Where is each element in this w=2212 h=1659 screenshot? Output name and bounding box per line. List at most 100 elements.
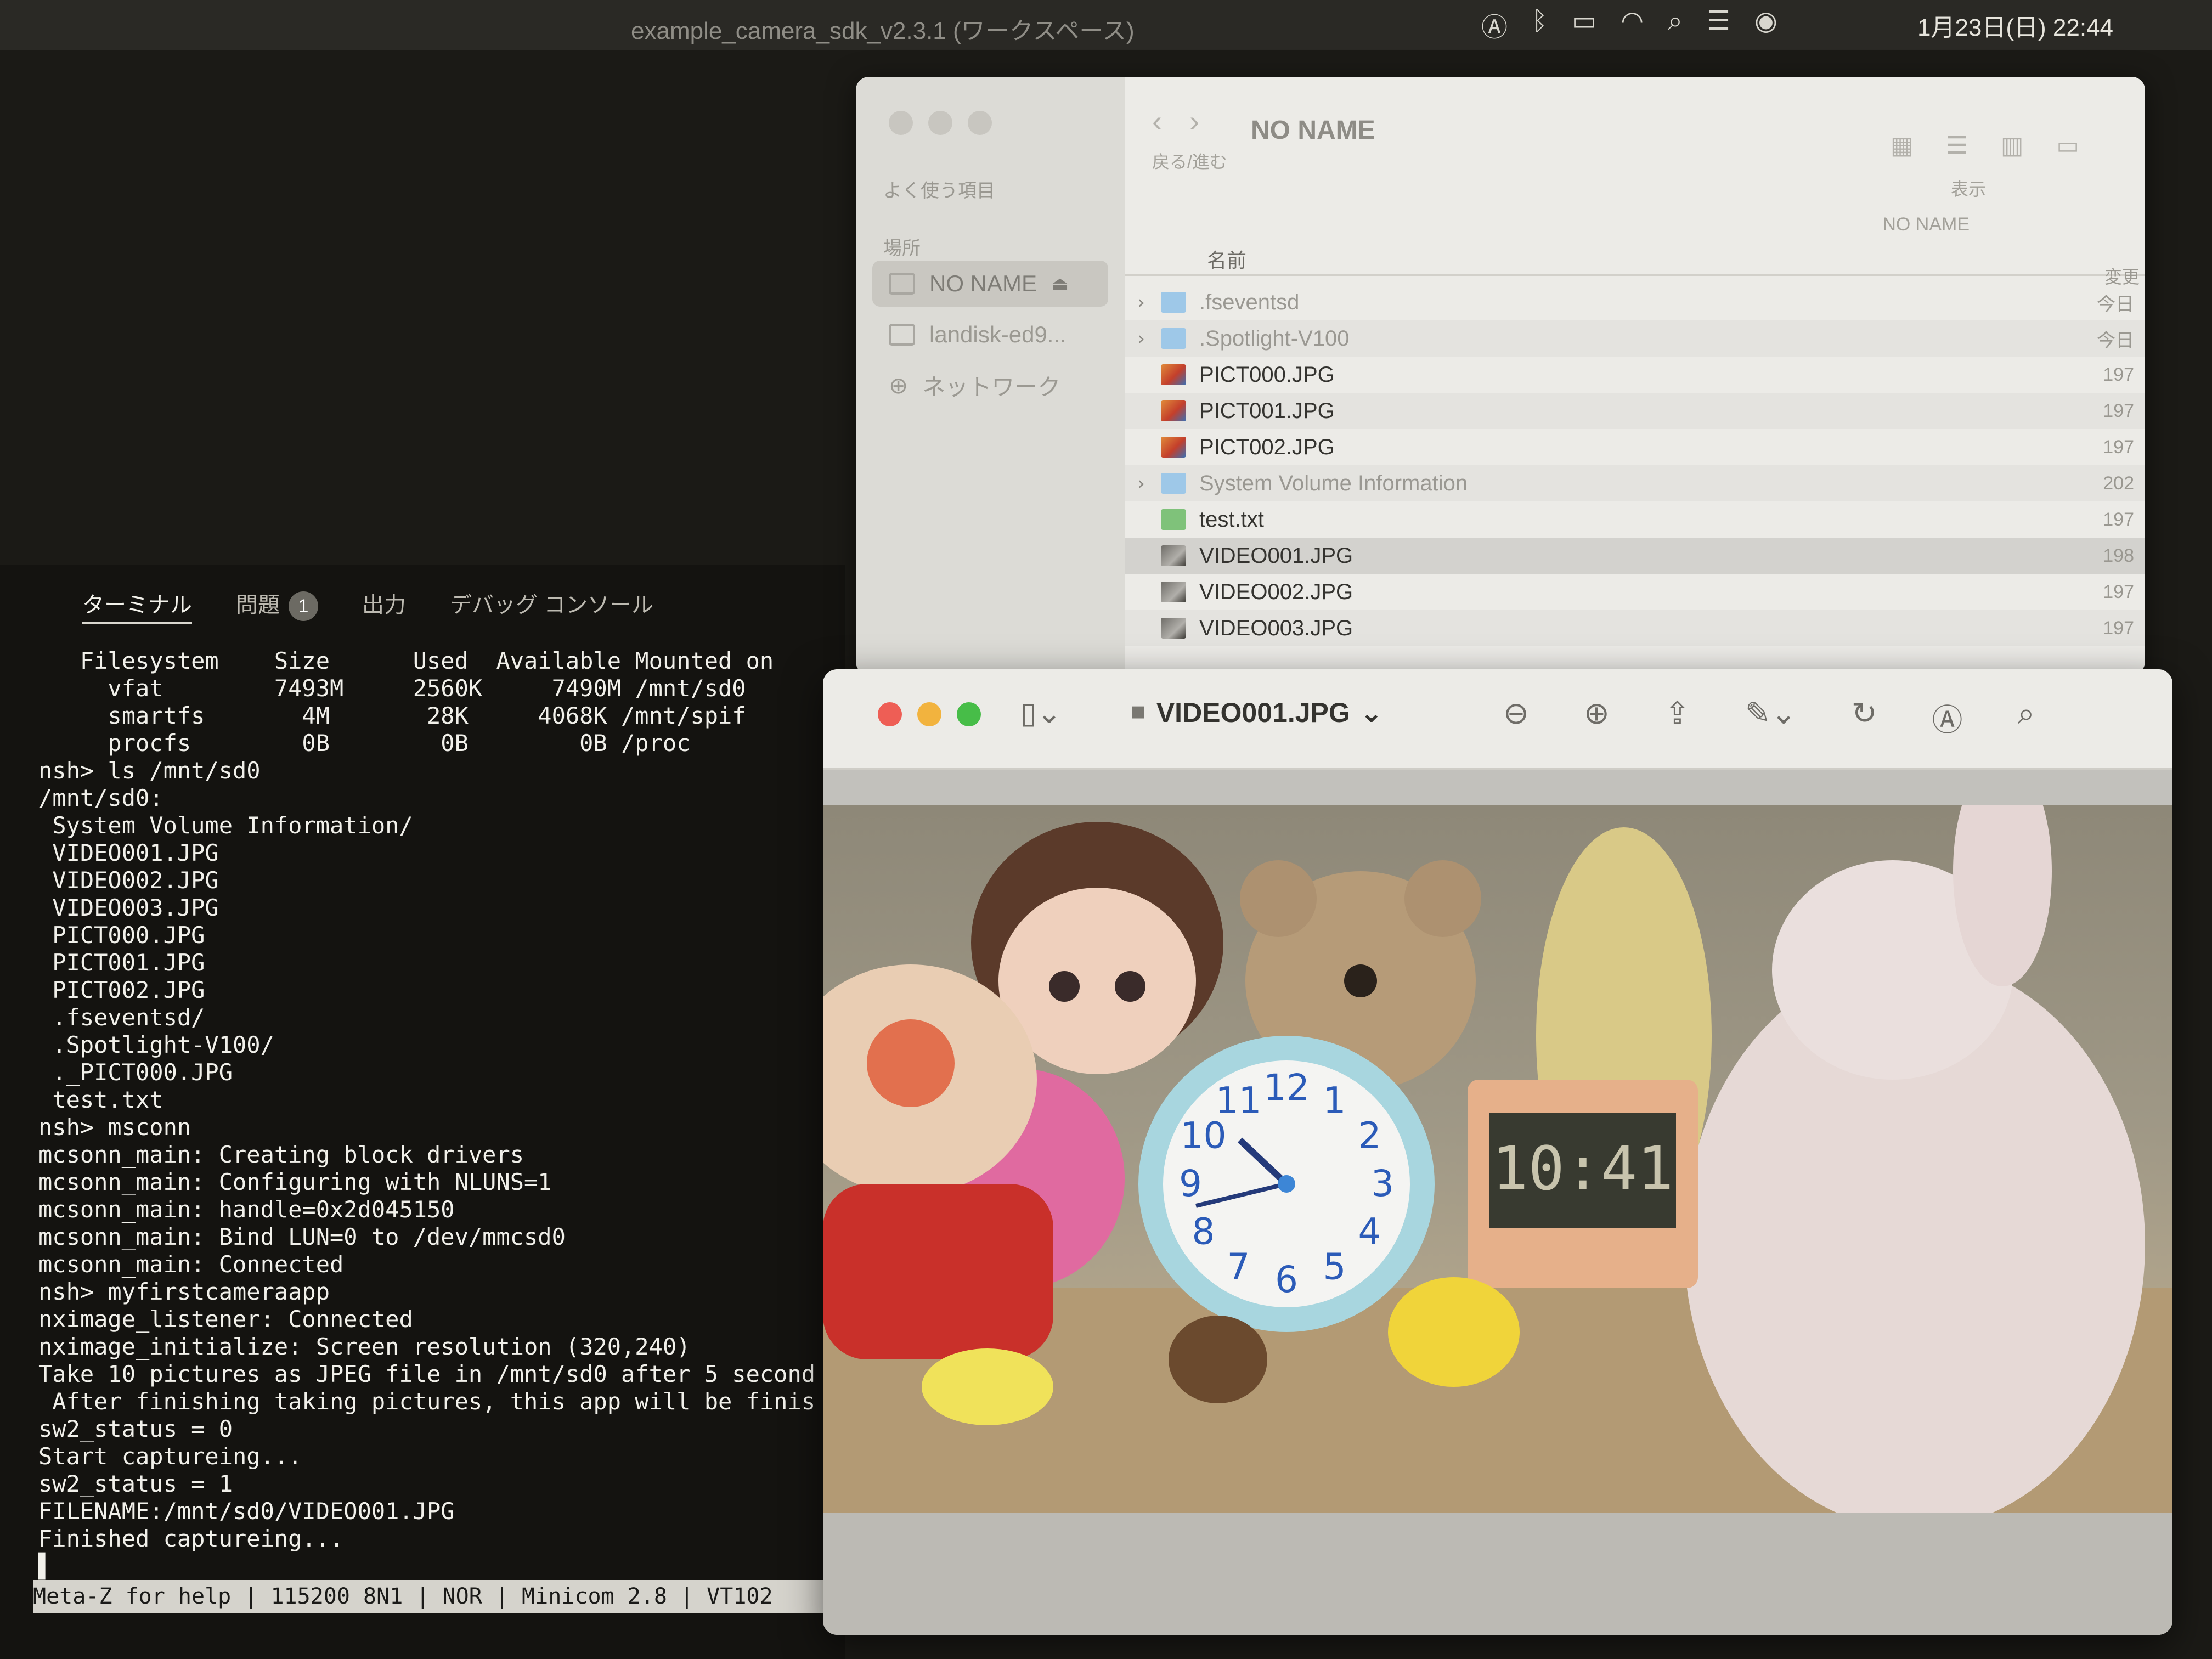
forward-icon[interactable]: › (1189, 104, 1199, 138)
clock-numeral: 3 (1371, 1163, 1394, 1205)
yellow-toy (1388, 1277, 1520, 1387)
clock-numeral: 8 (1192, 1211, 1215, 1253)
wifi-icon[interactable]: ◠ (1621, 5, 1644, 44)
terminal-line: procfs 0B 0B 0B /proc (38, 730, 691, 757)
back-icon[interactable]: ‹ (1152, 104, 1162, 138)
list-view-icon[interactable]: ☰ (1946, 132, 1967, 160)
minimize-button[interactable] (928, 111, 952, 135)
terminal-line: test.txt (38, 1086, 163, 1113)
document-title-label: VIDEO001.JPG (1156, 697, 1350, 728)
folder-icon (1161, 292, 1186, 313)
siri-icon[interactable]: ◉ (1754, 5, 1778, 44)
column-view-icon[interactable]: ▥ (2001, 132, 2024, 160)
terminal-line: mcsonn_main: handle=0x2d045150 (38, 1196, 455, 1223)
terminal-line: nsh> ls /mnt/sd0 (38, 757, 261, 784)
chevron-down-icon[interactable]: ⌄ (1360, 697, 1383, 729)
path-label: NO NAME (1882, 214, 1970, 235)
annotate-icon[interactable]: Ⓐ (1932, 696, 1963, 740)
tab-problems-label: 問題 (236, 593, 280, 617)
terminal-line: sw2_status = 1 (38, 1470, 233, 1497)
terminal-panel: ターミナル 問題 1 出力 デバッグ コンソール Filesystem Size … (0, 565, 845, 1659)
file-row[interactable]: PICT001.JPG 197 (1125, 393, 2145, 429)
sidebar-item-network[interactable]: ⊕ ネットワーク (872, 362, 1108, 408)
terminal-line: nximage_listener: Connected (38, 1306, 413, 1333)
terminal-line: nximage_initialize: Screen resolution (3… (38, 1333, 691, 1360)
clock-numeral: 6 (1275, 1259, 1298, 1301)
battery-icon[interactable]: ▭ (1572, 5, 1596, 44)
file-date: 197 (2103, 509, 2134, 530)
close-button[interactable] (878, 702, 902, 726)
tab-debug-console[interactable]: デバッグ コンソール (450, 587, 653, 624)
file-row[interactable]: test.txt 197 (1125, 501, 2145, 538)
clock-numeral: 12 (1263, 1066, 1310, 1109)
problems-count-badge: 1 (289, 591, 318, 621)
file-row[interactable]: VIDEO003.JPG 197 (1125, 610, 2145, 646)
terminal-line: .fseventsd/ (38, 1004, 205, 1031)
file-row[interactable]: VIDEO001.JPG 198 (1125, 538, 2145, 574)
text-file-icon (1161, 509, 1186, 530)
document-title[interactable]: ▪ VIDEO001.JPG ⌄ (1130, 697, 1383, 729)
disclosure-chevron-icon[interactable]: › (1125, 328, 1158, 350)
menu-clock[interactable]: 1月23日(日) 22:44 (1917, 8, 2113, 43)
file-date: 197 (2103, 581, 2134, 602)
terminal-line: nsh> myfirstcameraapp (38, 1278, 330, 1305)
clock-numeral: 2 (1358, 1115, 1381, 1157)
tab-terminal[interactable]: ターミナル (82, 587, 192, 624)
rotate-icon[interactable]: ↻ (1852, 696, 1877, 740)
zoom-button[interactable] (968, 111, 992, 135)
file-row[interactable]: › .Spotlight-V100 今日 (1125, 320, 2145, 357)
control-center-icon[interactable]: ☰ (1707, 5, 1730, 44)
file-name: System Volume Information (1199, 471, 1468, 495)
search-icon[interactable]: ⌕ (2018, 696, 2035, 740)
terminal-output[interactable]: Filesystem Size Used Available Mounted o… (38, 647, 845, 1580)
icon-view-icon[interactable]: ▦ (1891, 132, 1914, 160)
input-method-icon[interactable]: Ⓐ (1481, 5, 1508, 44)
file-row[interactable]: PICT002.JPG 197 (1125, 429, 2145, 465)
file-name: .fseventsd (1199, 290, 1300, 314)
clock-numeral: 5 (1323, 1246, 1346, 1288)
search-icon[interactable]: ⌕ (1668, 5, 1683, 44)
file-row[interactable]: › .fseventsd 今日 (1125, 284, 2145, 320)
minimize-button[interactable] (917, 702, 941, 726)
zoom-out-icon[interactable]: ⊖ (1503, 696, 1529, 740)
column-name[interactable]: 名前 (1207, 245, 1246, 273)
clock-numeral: 11 (1216, 1079, 1262, 1121)
bluetooth-icon[interactable]: ᛒ (1532, 5, 1548, 44)
share-icon[interactable]: ⇪ (1664, 696, 1690, 740)
terminal-line: sw2_status = 0 (38, 1415, 233, 1442)
tab-problems[interactable]: 問題 1 (236, 587, 318, 624)
close-button[interactable] (889, 111, 913, 135)
finder-window: よく使う項目 場所 NO NAME ⏏ landisk-ed9... ⊕ ネット… (856, 77, 2145, 675)
disclosure-chevron-icon[interactable]: › (1125, 472, 1158, 495)
clock-numeral: 4 (1358, 1211, 1381, 1253)
sidebar-item-no-name[interactable]: NO NAME ⏏ (872, 261, 1108, 307)
image-file-icon (1161, 618, 1186, 639)
zoom-button[interactable] (957, 702, 981, 726)
gallery-view-icon[interactable]: ▭ (2056, 132, 2079, 160)
file-name: .Spotlight-V100 (1199, 326, 1350, 351)
disclosure-chevron-icon[interactable]: › (1125, 291, 1158, 314)
folder-icon (1161, 328, 1186, 349)
photo-canvas: 12 1 2 3 4 5 6 7 8 9 10 11 10:41 (823, 805, 2172, 1513)
eject-icon[interactable]: ⏏ (1051, 273, 1069, 295)
file-name: VIDEO002.JPG (1199, 579, 1353, 604)
sidebar-item-label: landisk-ed9... (929, 321, 1066, 347)
terminal-line: ._PICT000.JPG (38, 1059, 233, 1086)
terminal-line: ▌ (38, 1553, 53, 1579)
file-row[interactable]: VIDEO002.JPG 197 (1125, 574, 2145, 610)
sidebar-item-landisk[interactable]: landisk-ed9... (872, 312, 1108, 358)
file-row[interactable]: › System Volume Information 202 (1125, 465, 2145, 501)
view-label: 表示 (1950, 179, 1986, 199)
folder-icon (1161, 473, 1186, 494)
tab-output[interactable]: 出力 (362, 587, 406, 624)
zoom-in-icon[interactable]: ⊕ (1584, 696, 1610, 740)
file-name: PICT000.JPG (1199, 362, 1335, 387)
markup-pen-icon[interactable]: ✎⌄ (1745, 696, 1797, 740)
terminal-line: mcsonn_main: Configuring with NLUNS=1 (38, 1169, 552, 1195)
file-row[interactable]: PICT000.JPG 197 (1125, 357, 2145, 393)
file-date: 今日 (2097, 294, 2134, 315)
sidebar-toggle-icon[interactable]: ▯⌄ (1020, 696, 1062, 730)
terminal-line: PICT001.JPG (38, 949, 205, 976)
terminal-line: Take 10 pictures as JPEG file in /mnt/sd… (38, 1361, 816, 1387)
terminal-line: nsh> msconn (38, 1114, 191, 1141)
